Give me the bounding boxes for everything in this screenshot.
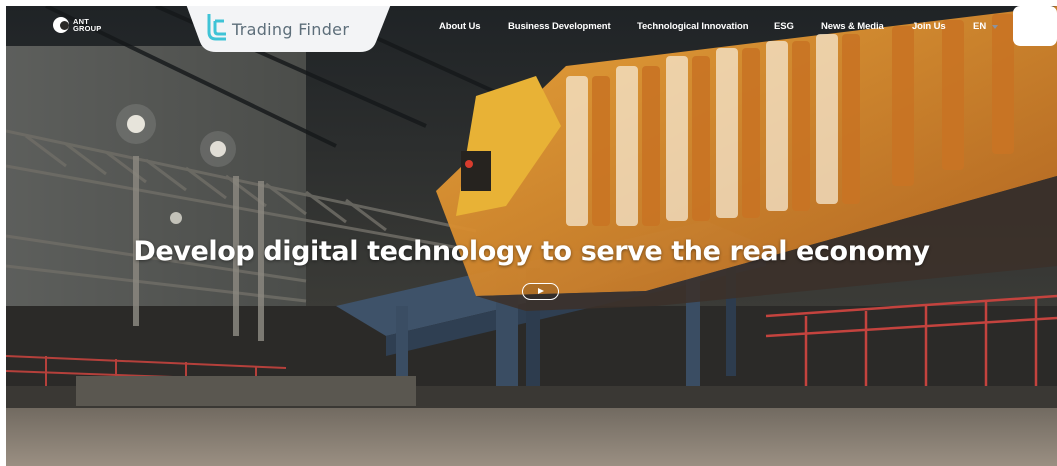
- hero-frame: ANT GROUP Trading Finder About Us Busine…: [6, 6, 1057, 466]
- top-nav: ANT GROUP Trading Finder About Us Busine…: [6, 6, 1057, 52]
- ant-group-logo[interactable]: ANT GROUP: [53, 17, 107, 33]
- nav-business-development[interactable]: Business Development: [508, 21, 611, 32]
- trading-finder-watermark: Trading Finder: [186, 6, 391, 54]
- play-icon: [538, 287, 544, 294]
- play-video-button[interactable]: [522, 283, 559, 300]
- brand-name: ANT GROUP: [73, 16, 102, 33]
- nav-esg[interactable]: ESG: [774, 21, 794, 32]
- nav-join-us[interactable]: Join Us: [912, 21, 946, 32]
- language-label: EN: [973, 21, 987, 32]
- chevron-down-icon: [992, 24, 999, 29]
- trading-finder-text: Trading Finder: [232, 20, 350, 39]
- ant-group-logo-icon: [53, 17, 69, 33]
- hero-headline: Develop digital technology to serve the …: [133, 236, 930, 267]
- nav-news-media[interactable]: News & Media: [821, 21, 884, 32]
- language-selector[interactable]: EN: [973, 21, 999, 32]
- corner-widget[interactable]: [1013, 6, 1057, 46]
- nav-about-us[interactable]: About Us: [439, 21, 481, 32]
- nav-technological-innovation[interactable]: Technological Innovation: [637, 21, 749, 32]
